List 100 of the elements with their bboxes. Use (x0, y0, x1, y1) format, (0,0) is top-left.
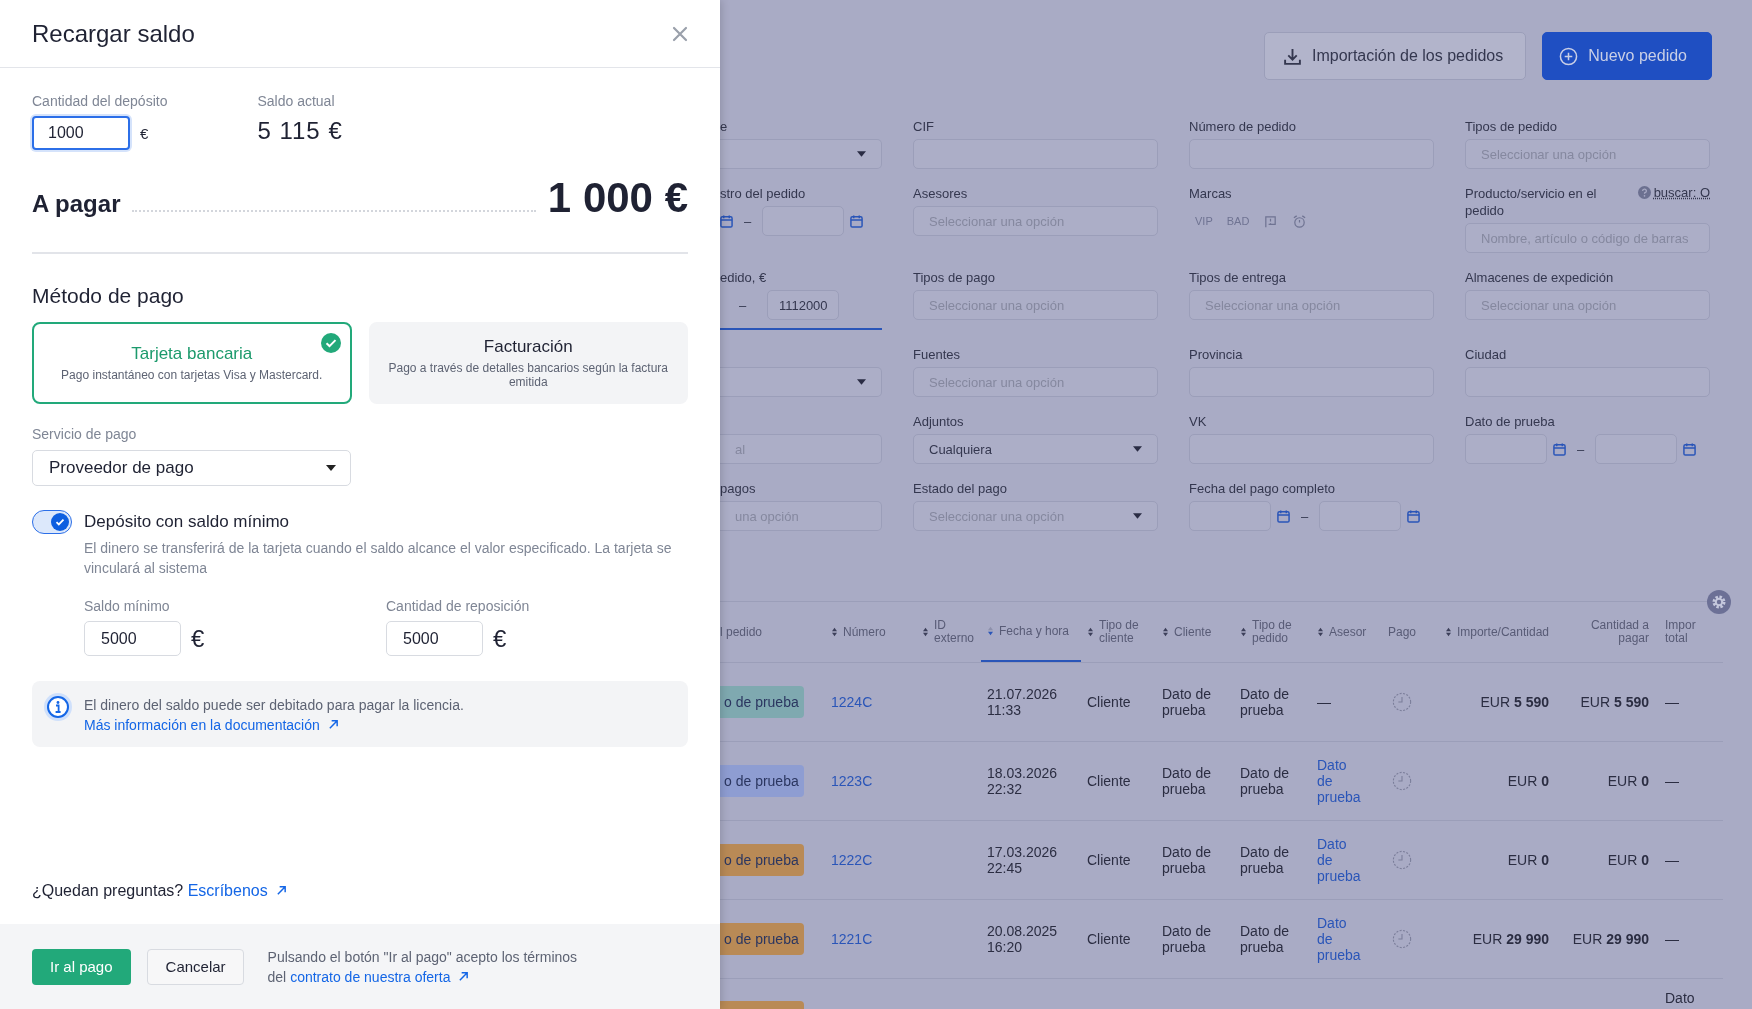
settings-icon[interactable] (1707, 590, 1731, 614)
table-cell: — (1665, 931, 1679, 947)
help-icon (1637, 186, 1651, 199)
filter-field[interactable]: Cualquiera (913, 434, 1158, 464)
table-cell: Cliente (1087, 694, 1131, 710)
mark-toggle[interactable]: BAD (1226, 215, 1250, 227)
amount-input[interactable]: 5000 (386, 621, 483, 656)
table-cell: Dato (1665, 990, 1695, 1006)
amount-cell: EUR 29 990 (1572, 931, 1649, 947)
column-header[interactable]: Número (825, 602, 916, 662)
sort-icon (1240, 627, 1247, 637)
date-cell-text: 21.07.2026 11:33 (987, 686, 1059, 718)
pay-button[interactable]: Ir al pago (32, 948, 131, 985)
questions-text: ¿Quedan preguntas? Escríbenos (32, 882, 688, 900)
filter-label: Producto/servicio en el pedido (1465, 185, 1598, 219)
column-header[interactable]: Cliente (1156, 602, 1234, 662)
calendar-icon[interactable] (1553, 442, 1566, 456)
section-title: Método de pago (32, 284, 185, 308)
filter-label: Tipos de entrega (1189, 269, 1287, 286)
filter-label: Provincia (1189, 346, 1243, 363)
flag-icon[interactable] (1263, 213, 1279, 229)
external-link-icon (327, 719, 339, 730)
caret-icon (326, 465, 336, 471)
column-header[interactable]: Importe/Cantidad (1444, 602, 1559, 662)
filter-label: Adjuntos (913, 413, 964, 430)
table-cell: Cliente (1087, 773, 1131, 789)
filter-label: Ciudad (1465, 346, 1507, 363)
range-separator: – (1300, 508, 1310, 524)
status-badge: o de prueba (720, 844, 804, 876)
column-header[interactable]: Tipo de pedido (1234, 602, 1311, 662)
clock-icon (1392, 692, 1412, 712)
filter-label: CIF (913, 118, 934, 135)
filter-label: Asesores (913, 185, 968, 202)
sort-icon (987, 626, 994, 636)
alarm-icon[interactable] (1292, 213, 1308, 229)
table-cell: — (1665, 694, 1679, 710)
filter-field[interactable] (720, 139, 882, 169)
contact-link[interactable]: Escríbenos (187, 882, 287, 899)
payment-service-select[interactable]: Proveedor de pago (32, 450, 351, 486)
order-number-link[interactable]: 1221C (831, 931, 873, 947)
order-number-link[interactable]: 1222C (831, 852, 873, 868)
column-header: l pedido (720, 623, 764, 641)
documentation-link[interactable]: Más información en la documentación (84, 717, 464, 733)
search-help-link[interactable]: buscar: O (1637, 185, 1710, 200)
clock-icon (1392, 771, 1412, 791)
calendar-icon[interactable] (850, 214, 864, 228)
plus-icon (1559, 46, 1579, 66)
calendar-icon[interactable] (1683, 442, 1697, 456)
sort-icon (922, 627, 929, 637)
table-cell: Cliente (1087, 852, 1131, 868)
calendar-icon[interactable] (720, 214, 733, 228)
table-cell-text: Dato de prueba (1240, 923, 1291, 955)
column-header[interactable]: Tipo de cliente (1081, 602, 1156, 662)
toggle-switch[interactable] (32, 510, 72, 534)
column-header[interactable]: Fecha y hora (981, 602, 1081, 662)
column-header: Impor total (1664, 617, 1697, 647)
column-header[interactable]: Asesor (1311, 602, 1382, 662)
filter-label: Estado del pago (913, 480, 1007, 497)
field-label: Cantidad de reposición (386, 598, 531, 614)
order-number-link[interactable]: 1224C (831, 694, 873, 710)
calendar-icon[interactable] (1407, 509, 1421, 523)
currency-sign: € (140, 124, 149, 142)
range-separator: – (1576, 441, 1586, 457)
field-label: Servicio de pago (32, 426, 138, 442)
status-badge: o de prueba (720, 686, 804, 718)
filter-label: e (720, 118, 728, 135)
sort-icon (1444, 627, 1452, 637)
payment-method-card[interactable]: Tarjeta bancaria Pago instantáneo con tarjetas Visa y Mastercard. (32, 322, 352, 404)
sort-icon (1162, 627, 1169, 637)
to-pay-amount: 1 000 € (547, 174, 688, 222)
currency-sign: € (191, 624, 205, 653)
new-order-button[interactable]: Nuevo pedido (1542, 32, 1712, 80)
amount-cell: EUR 29 990 (1472, 931, 1549, 947)
amount-field[interactable]: 1112000 (767, 290, 840, 320)
check-icon (320, 333, 341, 353)
filter-label: Tipos de pago (913, 269, 995, 286)
table-cell: — (1665, 773, 1679, 789)
filter-label: Dato de prueba (1465, 413, 1555, 430)
table-cell-text: Dato de prueba (1162, 844, 1213, 876)
column-header[interactable]: ID externo (916, 602, 981, 662)
calendar-icon[interactable] (1277, 509, 1290, 523)
import-button[interactable]: Importación de los pedidos (1264, 32, 1527, 80)
offer-link[interactable]: contrato de nuestra oferta (290, 968, 470, 985)
field-label: Saldo actual (257, 93, 336, 109)
cancel-button[interactable]: Cancelar (146, 948, 244, 985)
drawer-title: Recargar saldo (32, 19, 195, 48)
info-text: El dinero del saldo puede ser debitado para pagar la licencia. (84, 697, 464, 713)
order-number-link[interactable]: 1223C (831, 773, 873, 789)
mark-toggle[interactable]: VIP (1195, 215, 1213, 227)
amount-input[interactable]: 5000 (84, 621, 181, 656)
sort-icon (1317, 627, 1324, 637)
table-cell-text: Dato de prueba (1240, 765, 1291, 797)
amount-cell: EUR 5 590 (1580, 694, 1649, 710)
clock-icon (1392, 929, 1412, 949)
amount-cell: EUR 5 590 (1480, 694, 1549, 710)
close-icon[interactable] (672, 25, 688, 42)
filter-field[interactable] (720, 367, 882, 397)
payment-method-card[interactable]: Facturación Pago a través de detalles bancarios según la factura emitida (368, 322, 688, 404)
column-header: Pago (1387, 623, 1418, 641)
deposit-input[interactable]: 1000 (32, 116, 130, 150)
